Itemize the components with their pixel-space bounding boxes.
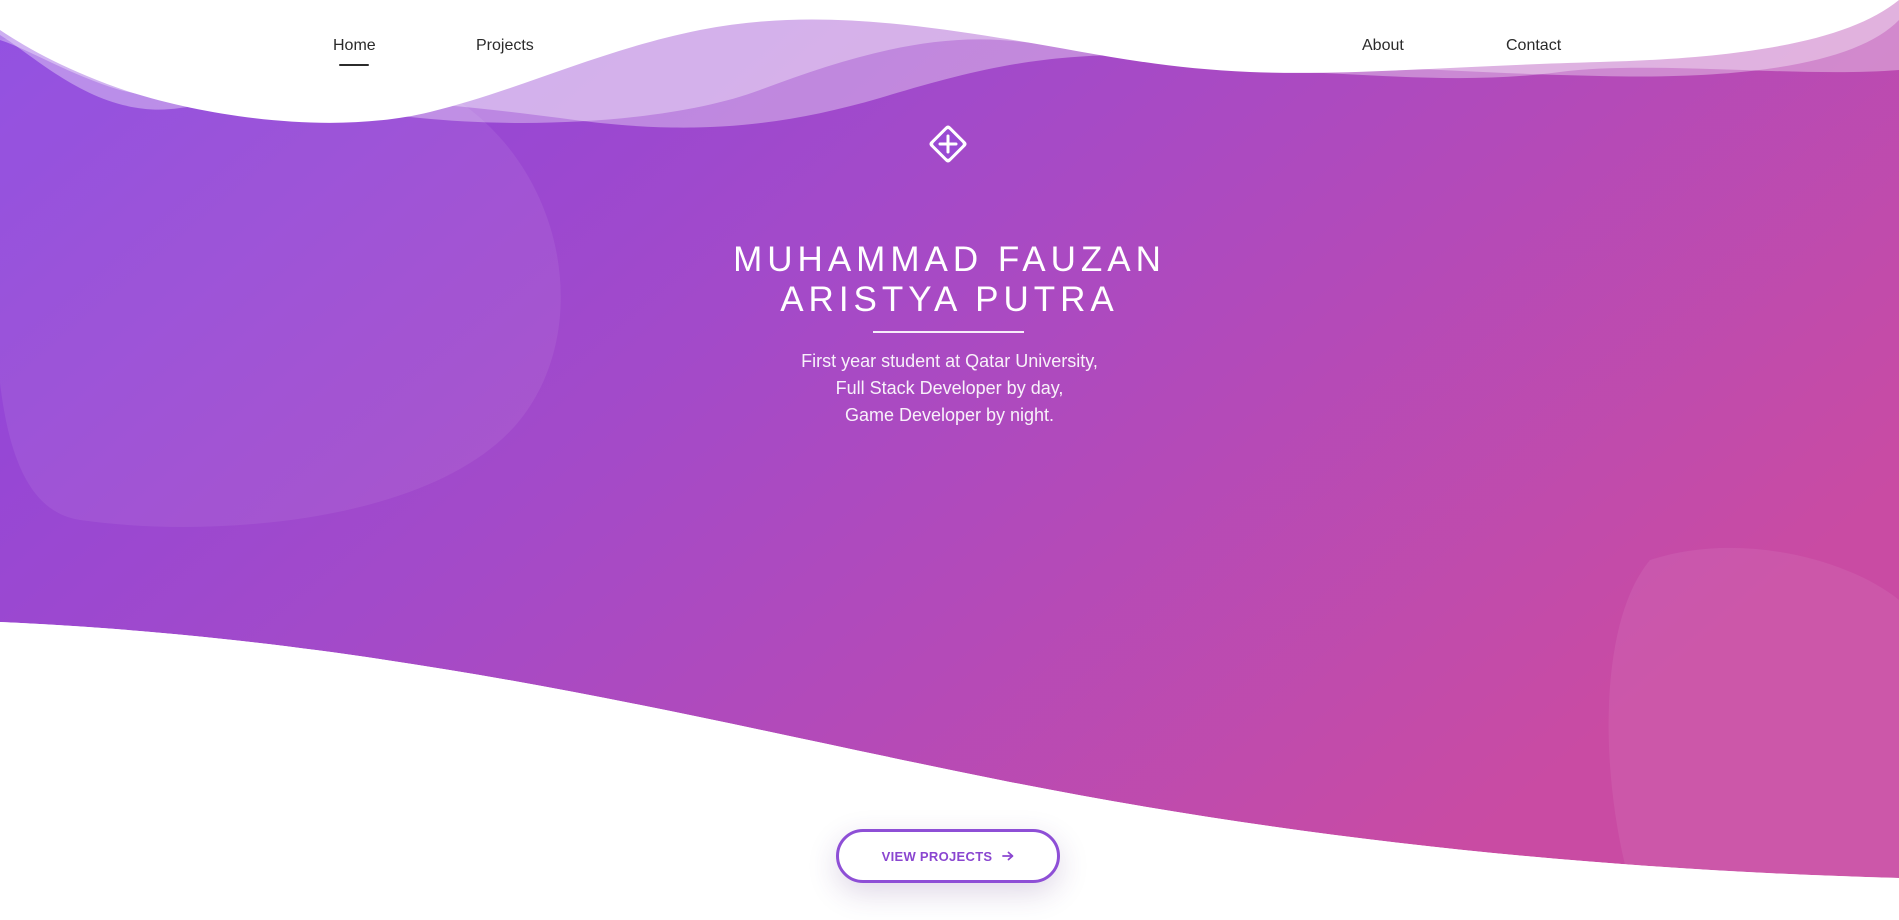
nav-about-link[interactable]: About: [1362, 36, 1404, 56]
hero-description-line-1: First year student at Qatar University,: [801, 351, 1098, 371]
view-projects-label: VIEW PROJECTS: [881, 848, 993, 864]
hero-description-line-3: Game Developer by night.: [844, 405, 1055, 425]
nav-projects-link[interactable]: Projects: [476, 36, 534, 56]
hero-title-line-2: ARISTYA PUTRA: [780, 280, 1119, 319]
arrow-right-icon: [1002, 851, 1014, 861]
landing-page: Home Projects About Contact MUHAMMAD FAU…: [0, 0, 1899, 920]
hero-description: First year student at Qatar University, …: [0, 348, 1899, 429]
nav-home-link[interactable]: Home: [333, 36, 376, 66]
diamond-plus-icon[interactable]: [924, 120, 972, 168]
hero-description-line-2: Full Stack Developer by day,: [835, 378, 1064, 398]
nav-contact-link[interactable]: Contact: [1506, 36, 1561, 56]
hero-title: MUHAMMAD FAUZAN ARISTYA PUTRA: [0, 240, 1899, 320]
hero-title-line-1: MUHAMMAD FAUZAN: [733, 240, 1166, 279]
title-divider: [873, 331, 1024, 333]
view-projects-button[interactable]: VIEW PROJECTS: [836, 829, 1060, 883]
